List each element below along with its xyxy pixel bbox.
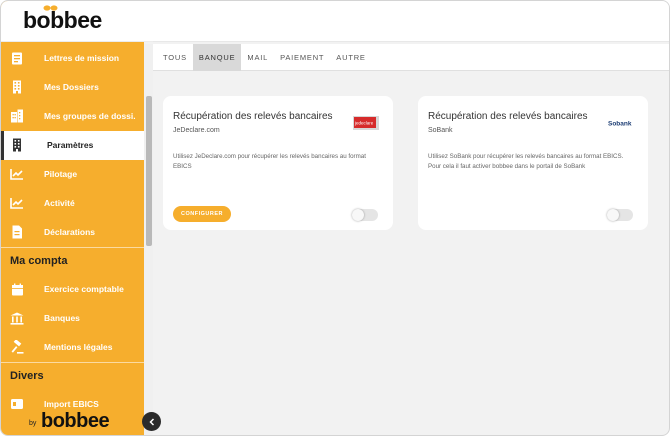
top-header [153, 1, 669, 42]
filter-tabs: TOUS BANQUE MAIL PAIEMENT AUTRE [153, 44, 669, 71]
app-window: Lettres de mission Mes Dossiers Mes grou… [0, 0, 670, 436]
sidebar-item-label: Déclarations [44, 227, 96, 237]
sidebar-item-label: Mes Dossiers [44, 82, 99, 92]
card-provider: JeDeclare.com [173, 127, 220, 134]
sidebar-item-label: Mentions légales [44, 342, 113, 352]
sidebar-item-exercice-comptable[interactable]: Exercice comptable [1, 275, 144, 304]
sidebar-item-label: Activité [44, 198, 75, 208]
tab-mail[interactable]: MAIL [241, 44, 274, 71]
integration-card-sobank: Récupération des relevés bancaires SoBan… [418, 96, 648, 230]
chart-line-icon [10, 167, 24, 181]
tab-paiement[interactable]: PAIEMENT [274, 44, 330, 71]
sidebar: Lettres de mission Mes Dossiers Mes grou… [1, 1, 144, 435]
card-description: Utilisez SoBank pour récupérer les relev… [428, 153, 624, 170]
tab-tous[interactable]: TOUS [157, 44, 193, 71]
tab-banque[interactable]: BANQUE [192, 44, 242, 71]
sidebar-item-label: Lettres de mission [44, 53, 120, 63]
buildings-icon [10, 109, 24, 123]
app-logo[interactable]: bobbee [23, 7, 102, 34]
sidebar-item-activite[interactable]: Activité [1, 189, 144, 218]
toggle-knob [607, 209, 619, 221]
chart-line-icon [10, 196, 24, 210]
sidebar-item-label: Mes groupes de dossi... [44, 111, 136, 121]
toggle-knob [352, 209, 364, 221]
sidebar-item-label: Pilotage [44, 169, 78, 179]
sidebar-item-mentions-legales[interactable]: Mentions légales [1, 333, 144, 362]
sidebar-item-label: Paramètres [47, 140, 94, 150]
card-description: Utilisez JeDeclare.com pour récupérer le… [173, 153, 366, 170]
configure-button[interactable]: CONFIGURER [173, 206, 231, 222]
jedeclare-logo-text: jedeclare [354, 121, 374, 126]
collapse-sidebar-button[interactable] [142, 412, 161, 431]
sidebar-item-lettres-de-mission[interactable]: Lettres de mission [1, 44, 144, 73]
jedeclare-logo: jedeclare [353, 116, 379, 130]
sidebar-item-label: Banques [44, 313, 80, 323]
chevron-left-icon [148, 417, 154, 426]
sidebar-item-banques[interactable]: Banques [1, 304, 144, 333]
sidebar-item-mes-groupes-de-dossiers[interactable]: Mes groupes de dossi... [1, 102, 144, 131]
sidebar-item-declarations[interactable]: Déclarations [1, 218, 144, 247]
sidebar-item-parametres[interactable]: Paramètres [1, 131, 144, 160]
tab-autre[interactable]: AUTRE [330, 44, 371, 71]
bank-icon [10, 311, 24, 325]
card-title: Récupération des relevés bancaires [428, 111, 588, 122]
sidebar-footer: by bobbee [1, 406, 144, 435]
building-icon [10, 138, 24, 152]
logo-area: bobbee [1, 1, 153, 42]
card-title: Récupération des relevés bancaires [173, 111, 333, 122]
sidebar-item-label: Exercice comptable [44, 284, 124, 294]
footer-by-text: by [29, 420, 37, 427]
sidebar-item-pilotage[interactable]: Pilotage [1, 160, 144, 189]
scrollbar-thumb[interactable] [146, 96, 152, 246]
sobank-logo-text: Sobank [608, 121, 632, 128]
enable-toggle[interactable] [352, 209, 378, 221]
calendar-icon [10, 282, 24, 296]
sidebar-nav: Lettres de mission Mes Dossiers Mes grou… [1, 44, 144, 419]
section-title-ma-compta: Ma compta [10, 255, 68, 267]
enable-toggle[interactable] [607, 209, 633, 221]
card-provider: SoBank [428, 127, 453, 134]
document-icon [10, 51, 24, 65]
sidebar-item-mes-dossiers[interactable]: Mes Dossiers [1, 73, 144, 102]
footer-logo: bobbee [41, 410, 110, 432]
file-icon [10, 225, 24, 239]
gavel-icon [10, 340, 24, 354]
sobank-logo: Sobank [608, 121, 632, 128]
building-icon [10, 80, 24, 94]
integration-card-jedeclare: Récupération des relevés bancaires JeDec… [163, 96, 393, 230]
section-title-divers: Divers [10, 370, 44, 382]
